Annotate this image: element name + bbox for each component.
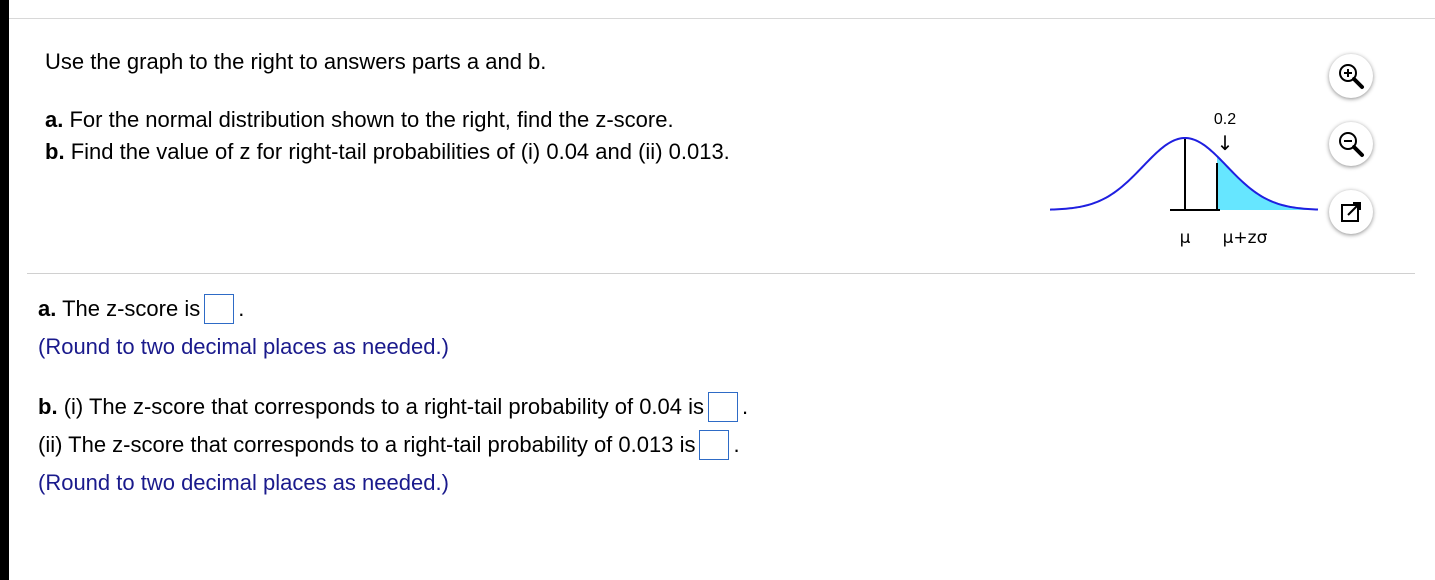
normal-distribution-figure: 0.2 ↓ μ μ+zσ bbox=[1050, 111, 1319, 248]
area-label: 0.2 bbox=[1214, 111, 1236, 128]
popout-button[interactable] bbox=[1329, 190, 1373, 234]
answer-b-i-text: (i) The z-score that corresponds to a ri… bbox=[63, 394, 705, 419]
answer-b-ii-input[interactable] bbox=[699, 430, 730, 460]
part-b-lead: b. bbox=[45, 139, 65, 164]
zoom-out-button[interactable] bbox=[1329, 122, 1373, 166]
answer-b-i-row: b. (i) The z-score that corresponds to a… bbox=[38, 388, 748, 426]
question-block: Use the graph to the right to answers pa… bbox=[45, 46, 730, 168]
answer-a-hint: (Round to two decimal places as needed.) bbox=[38, 334, 449, 359]
zoom-in-button[interactable] bbox=[1329, 54, 1373, 98]
answer-a-input[interactable] bbox=[204, 294, 235, 324]
popout-icon bbox=[1341, 202, 1361, 222]
left-edge-bar bbox=[0, 0, 9, 580]
answer-b-ii-period: . bbox=[733, 432, 740, 457]
answer-a-lead: a. bbox=[38, 296, 57, 321]
question-part-b: b. Find the value of z for right-tail pr… bbox=[45, 136, 730, 168]
answer-b-i-input[interactable] bbox=[708, 392, 739, 422]
zoom-out-icon bbox=[1339, 132, 1364, 157]
question-part-a: a. For the normal distribution shown to … bbox=[45, 104, 730, 136]
question-intro: Use the graph to the right to answers pa… bbox=[45, 49, 547, 74]
answer-a-text: The z-score is bbox=[62, 296, 201, 321]
area-arrow: ↓ bbox=[1217, 131, 1234, 155]
zoom-in-icon bbox=[1339, 64, 1364, 89]
answer-b-ii-row: (ii) The z-score that corresponds to a r… bbox=[38, 426, 748, 464]
answer-b-ii-text: (ii) The z-score that corresponds to a r… bbox=[38, 432, 696, 457]
answer-a-period: . bbox=[238, 296, 245, 321]
answer-a-row: a. The z-score is. bbox=[38, 290, 748, 328]
part-a-lead: a. bbox=[45, 107, 64, 132]
part-b-text: Find the value of z for right-tail proba… bbox=[70, 139, 730, 164]
answer-block: a. The z-score is. (Round to two decimal… bbox=[38, 290, 748, 502]
right-tail-shaded-area bbox=[1217, 156, 1318, 210]
answer-b-i-period: . bbox=[742, 394, 749, 419]
part-a-text: For the normal distribution shown to the… bbox=[69, 107, 674, 132]
answer-b-hint: (Round to two decimal places as needed.) bbox=[38, 470, 449, 495]
mu-plus-z-sigma-label: μ+zσ bbox=[1223, 228, 1268, 248]
answer-b-lead: b. bbox=[38, 394, 58, 419]
mu-label: μ bbox=[1180, 228, 1191, 248]
section-divider bbox=[27, 273, 1415, 274]
figure-tools bbox=[1329, 54, 1377, 258]
top-divider bbox=[9, 18, 1435, 19]
